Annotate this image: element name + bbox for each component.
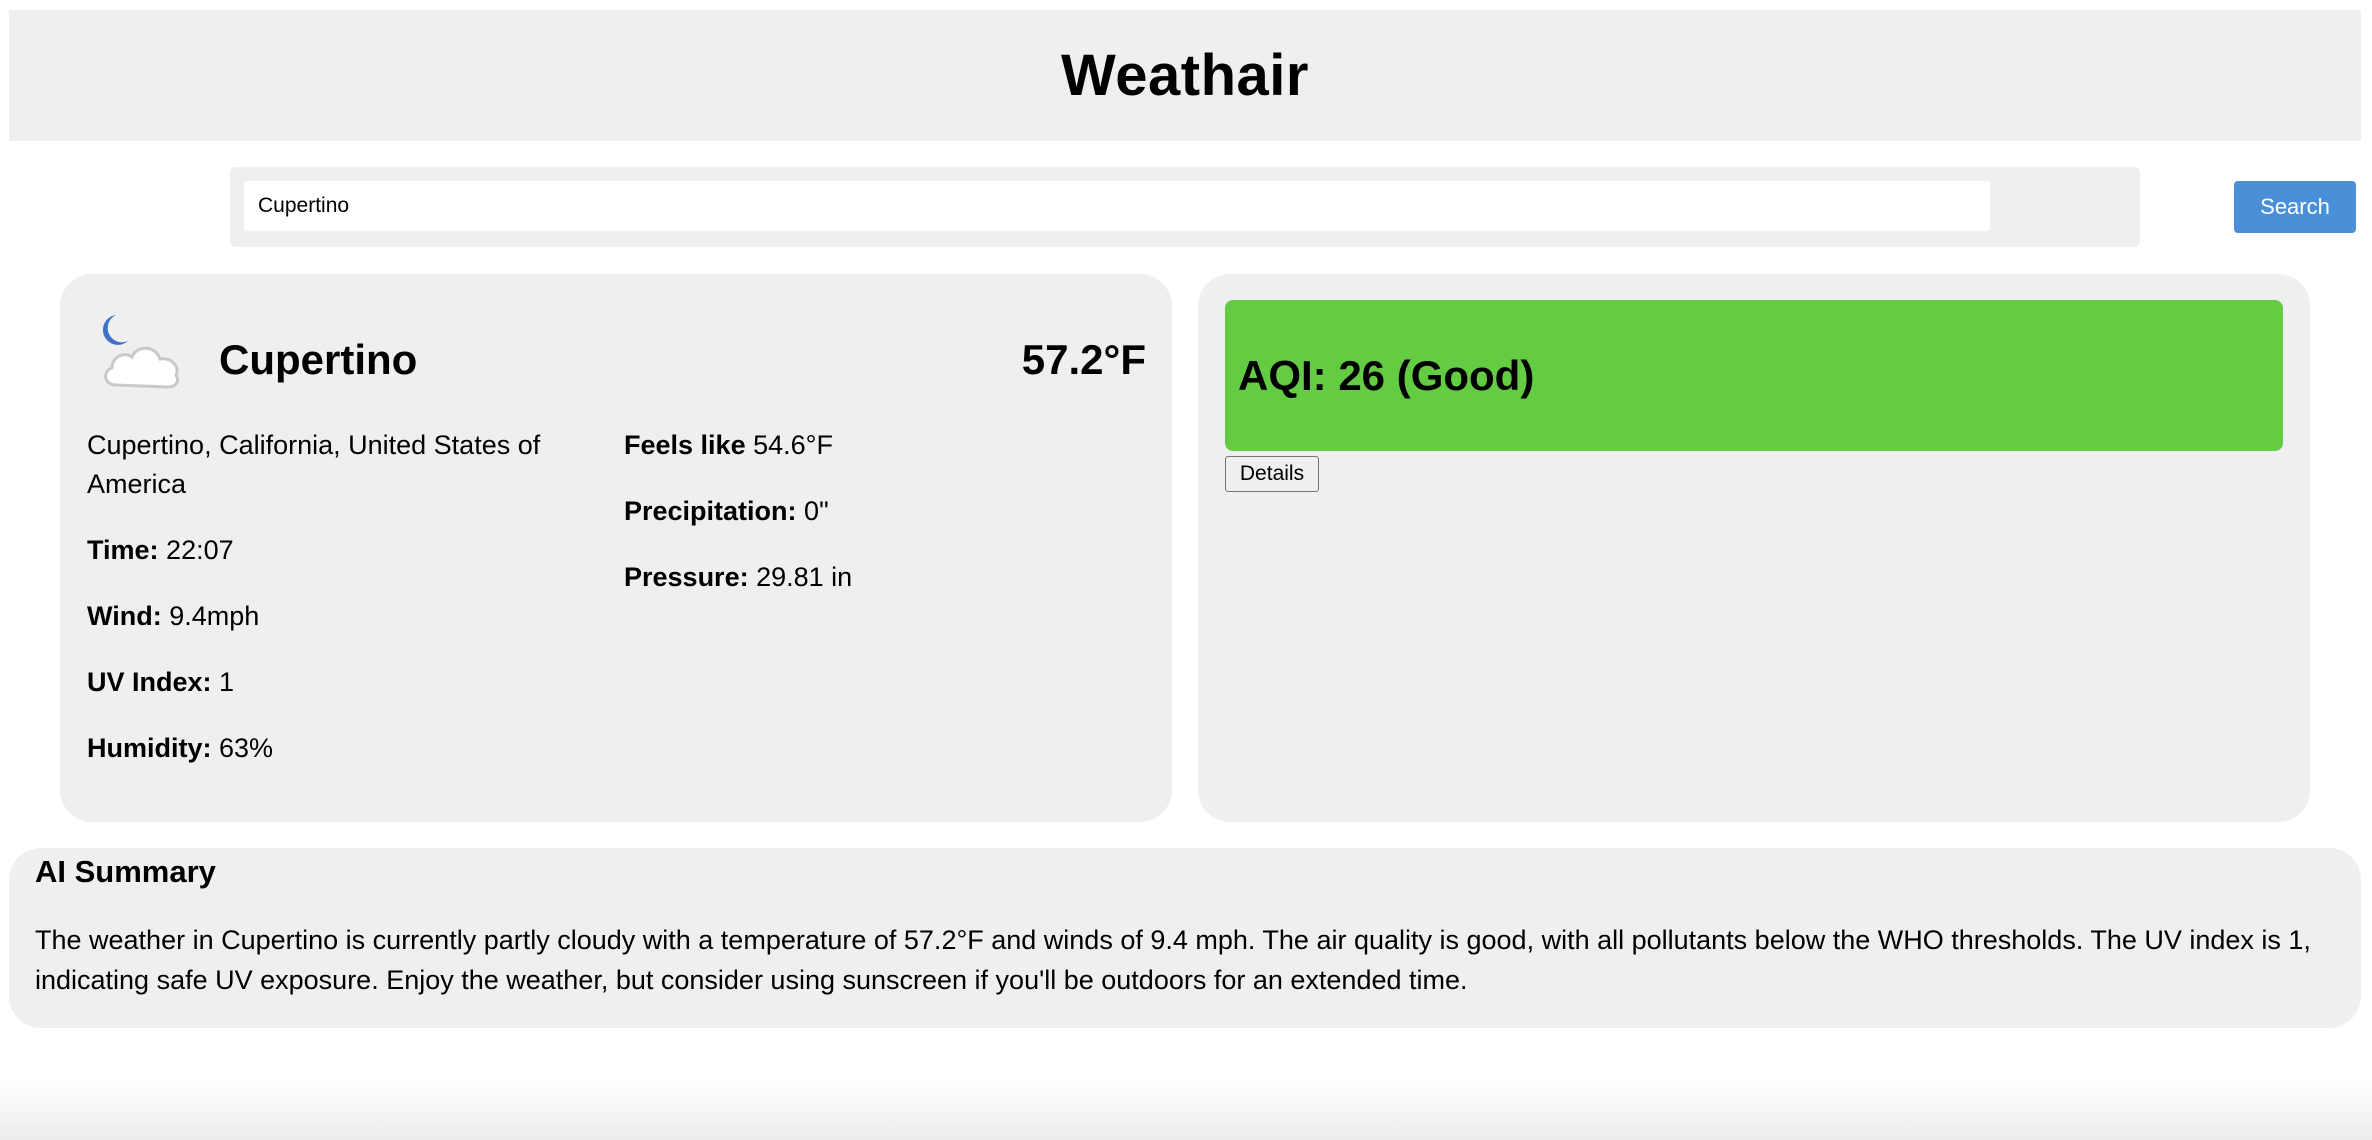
aqi-value: AQI: 26 (Good) (1238, 351, 1535, 399)
search-bar: Search (230, 167, 2356, 247)
location-text: Cupertino, California, United States of … (87, 430, 541, 499)
wind-value: 9.4mph (169, 601, 260, 631)
pressure-label: Pressure: (624, 562, 749, 592)
pressure-value: 29.81 in (756, 562, 853, 592)
humidity-row: Humidity: 63% (87, 729, 587, 768)
city-name: Cupertino (219, 336, 418, 383)
weather-card: Cupertino 57.2°F Cupertino, California, … (60, 274, 1172, 822)
pressure-row: Pressure: 29.81 in (624, 558, 1144, 597)
search-input[interactable] (244, 181, 1990, 231)
aqi-banner: AQI: 26 (Good) (1225, 300, 2283, 451)
humidity-value: 63% (219, 733, 274, 763)
time-value: 22:07 (166, 535, 234, 565)
ai-summary-text: The weather in Cupertino is currently pa… (35, 925, 2311, 995)
uv-label: UV Index: (87, 667, 212, 697)
weather-details-right: Feels like 54.6°F Precipitation: 0" Pres… (624, 426, 1144, 624)
time-label: Time: (87, 535, 159, 565)
aqi-card: AQI: 26 (Good) Details (1198, 274, 2310, 822)
precipitation-value: 0" (804, 496, 829, 526)
search-button[interactable]: Search (2234, 181, 2356, 233)
ai-summary-panel: AI Summary The weather in Cupertino is c… (9, 848, 2361, 1028)
partly-cloudy-night-icon (102, 315, 180, 389)
wind-row: Wind: 9.4mph (87, 597, 587, 636)
uv-row: UV Index: 1 (87, 663, 587, 702)
uv-value: 1 (219, 667, 235, 697)
precipitation-row: Precipitation: 0" (624, 492, 1144, 531)
ai-summary-title: AI Summary (35, 854, 216, 889)
precipitation-label: Precipitation: (624, 496, 797, 526)
wind-label: Wind: (87, 601, 162, 631)
details-button[interactable]: Details (1225, 456, 1319, 492)
time-row: Time: 22:07 (87, 531, 587, 570)
feels-like-label: Feels like (624, 430, 746, 460)
feels-like-row: Feels like 54.6°F (624, 426, 1144, 465)
app-page: Weathair Search Cupertino 57.2°F Cuperti… (0, 0, 2372, 1140)
page-bottom-shadow (0, 1080, 2372, 1140)
app-header: Weathair (9, 10, 2361, 141)
feels-like-value: 54.6°F (753, 430, 833, 460)
humidity-label: Humidity: (87, 733, 212, 763)
current-temperature: 57.2°F (1021, 336, 1146, 383)
app-title: Weathair (1061, 43, 1309, 108)
weather-details-left: Cupertino, California, United States of … (87, 426, 587, 795)
